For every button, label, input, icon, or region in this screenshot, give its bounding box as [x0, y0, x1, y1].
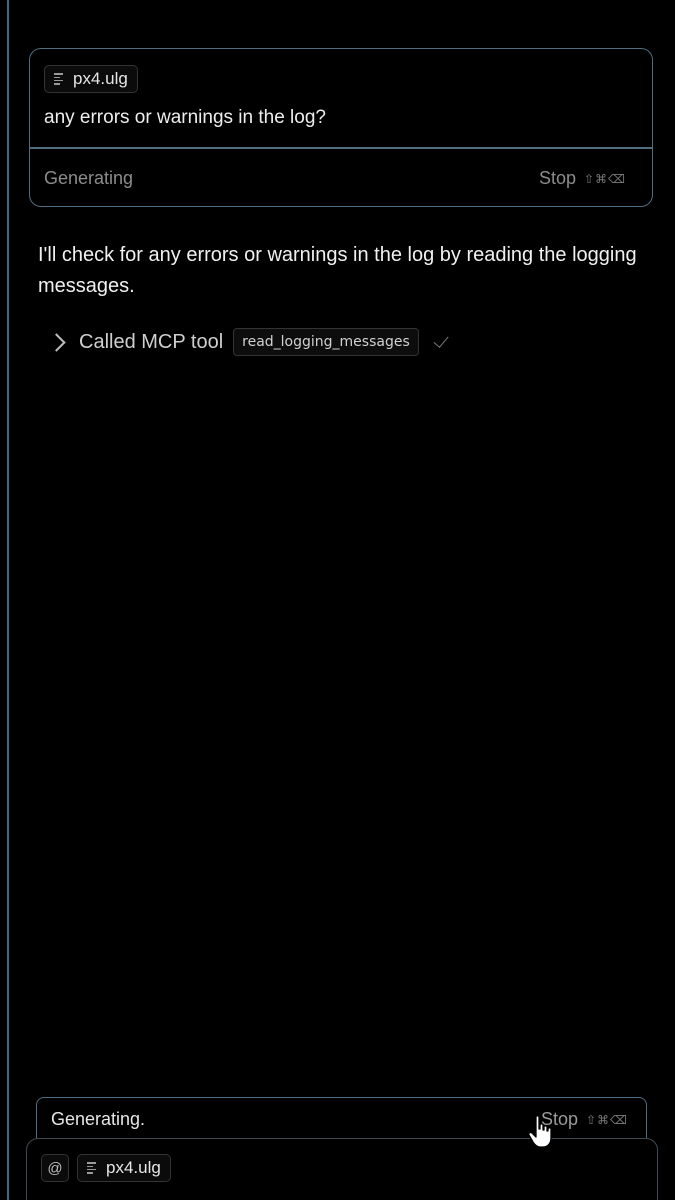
tool-name-chip: read_logging_messages [233, 328, 419, 356]
composer-attachment-label: px4.ulg [106, 1158, 161, 1177]
attachment-chip[interactable]: px4.ulg [44, 65, 138, 93]
generating-status: Generating [44, 168, 134, 188]
assistant-message-text: I'll check for any errors or warnings in… [38, 244, 637, 297]
user-message-card[interactable]: px4.ulg any errors or warnings in the lo… [29, 48, 653, 207]
user-message-text: any errors or warnings in the log? [44, 107, 326, 128]
stop-button[interactable]: Stop ⇧⌘⌫ [539, 168, 626, 189]
chevron-right-icon[interactable] [47, 332, 66, 352]
stop-label: Stop [538, 168, 576, 188]
generating-bar-status: Generating. [51, 1109, 146, 1129]
message-composer[interactable]: @ px4.ulg [26, 1138, 658, 1200]
attachment-label: px4.ulg [73, 69, 128, 88]
hand-cursor-icon [528, 1115, 552, 1148]
tool-call-label: Called MCP tool [79, 330, 224, 353]
file-icon [54, 73, 65, 85]
panel-divider [7, 0, 9, 1200]
file-icon [87, 1162, 98, 1174]
composer-attachment-chip[interactable]: px4.ulg [77, 1154, 171, 1182]
chat-panel: px4.ulg any errors or warnings in the lo… [0, 0, 675, 1200]
message-divider [30, 147, 652, 149]
check-icon [433, 332, 449, 348]
bottom-stop-shortcut: ⇧⌘⌫ [585, 1112, 628, 1127]
tool-call-row[interactable]: Called MCP tool read_logging_messages [47, 328, 449, 356]
stop-shortcut: ⇧⌘⌫ [583, 171, 626, 186]
mention-button[interactable]: @ [41, 1154, 69, 1182]
